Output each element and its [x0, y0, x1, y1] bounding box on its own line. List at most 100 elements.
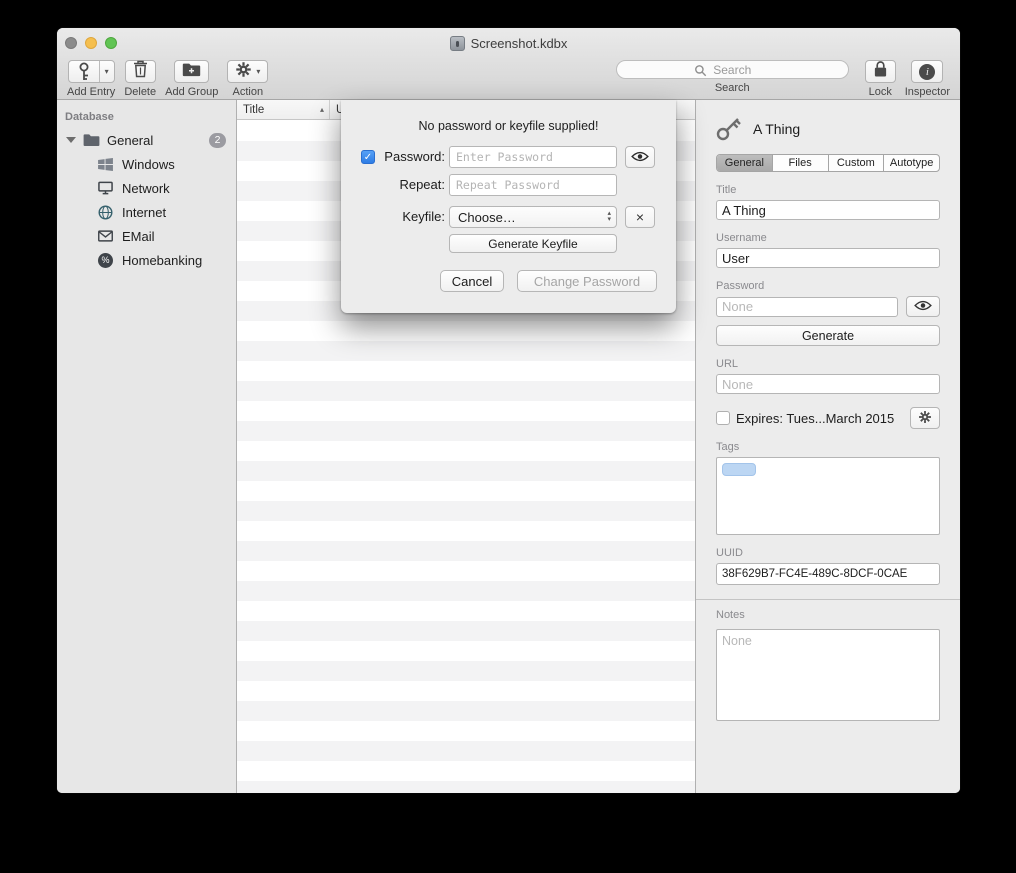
folder-plus-icon — [182, 62, 201, 82]
delete-label: Delete — [124, 86, 156, 98]
action-item: ▾ Action — [227, 60, 268, 98]
trash-icon — [133, 60, 148, 83]
inspector-item: i Inspector — [905, 60, 950, 98]
monitor-icon — [97, 181, 114, 195]
lock-label: Lock — [869, 86, 892, 98]
tags-label: Tags — [716, 441, 940, 453]
info-icon: i — [919, 64, 935, 80]
sidebar-item-network[interactable]: Network — [57, 176, 236, 200]
inspector-label: Inspector — [905, 86, 950, 98]
gear-icon — [235, 61, 252, 83]
url-field[interactable] — [716, 374, 940, 394]
sort-ascending-icon: ▴ — [320, 105, 324, 114]
key-icon — [716, 112, 742, 147]
password-field[interactable] — [716, 297, 898, 317]
search-field — [616, 60, 849, 79]
tab-files[interactable]: Files — [773, 155, 829, 171]
delete-button[interactable] — [125, 60, 156, 83]
tab-general[interactable]: General — [717, 155, 773, 171]
tag-token[interactable] — [722, 463, 756, 476]
windows-icon — [97, 158, 114, 171]
url-field-label: URL — [716, 358, 940, 370]
folder-icon — [83, 133, 100, 147]
add-entry-button[interactable]: ▾ — [68, 60, 115, 83]
close-button[interactable] — [65, 37, 77, 49]
chevron-down-icon: ▾ — [256, 67, 260, 76]
sidebar-item-internet[interactable]: Internet — [57, 200, 236, 224]
inspector-tabs: General Files Custom Autotype — [716, 154, 940, 172]
notes-field[interactable] — [716, 629, 940, 721]
disclosure-triangle-icon[interactable] — [66, 137, 76, 143]
title-field[interactable] — [716, 200, 940, 220]
sidebar-group-general[interactable]: General 2 — [57, 128, 236, 152]
clear-keyfile-button[interactable]: × — [625, 206, 655, 228]
keyfile-popup-value: Choose… — [458, 210, 516, 225]
uuid-field[interactable] — [716, 563, 940, 585]
sidebar-header-database: Database — [57, 100, 236, 128]
chevron-down-icon[interactable]: ▾ — [99, 61, 114, 82]
expires-settings-button[interactable] — [910, 407, 940, 429]
cancel-button[interactable]: Cancel — [440, 270, 504, 292]
sidebar-item-label: Homebanking — [122, 253, 202, 268]
dialog-message: No password or keyfile supplied! — [341, 119, 676, 133]
coin-icon: % — [97, 253, 114, 268]
toolbar: ▾ Add Entry Delete — [57, 58, 960, 100]
sidebar-group-label: General — [107, 133, 153, 148]
titlebar: Screenshot.kdbx — [57, 28, 960, 58]
keyfile-label: Keyfile: — [377, 206, 445, 228]
lock-item: Lock — [865, 60, 896, 98]
username-field-label: Username — [716, 232, 940, 244]
generate-keyfile-button[interactable]: Generate Keyfile — [449, 234, 617, 253]
show-password-button[interactable] — [906, 296, 940, 317]
title-field-label: Title — [716, 184, 940, 196]
sidebar-item-email[interactable]: EMail — [57, 224, 236, 248]
generate-password-button[interactable]: Generate — [716, 325, 940, 346]
sidebar: Database General 2 Windows Network I — [57, 100, 237, 793]
close-x-icon: × — [636, 209, 644, 225]
document-icon — [450, 36, 465, 51]
keyfile-popup[interactable]: Choose… ▴ ▾ — [449, 206, 617, 228]
add-group-item: Add Group — [165, 60, 218, 98]
tags-input[interactable] — [716, 457, 940, 535]
sidebar-item-label: EMail — [122, 229, 155, 244]
tab-custom[interactable]: Custom — [829, 155, 885, 171]
tab-autotype[interactable]: Autotype — [884, 155, 939, 171]
search-input[interactable] — [617, 62, 848, 79]
column-header-title[interactable]: Title ▴ — [237, 100, 330, 119]
username-field[interactable] — [716, 248, 940, 268]
checkmark-icon: ✓ — [364, 152, 372, 163]
action-label: Action — [233, 86, 264, 98]
window-title: Screenshot.kdbx — [471, 36, 568, 51]
entry-title: A Thing — [753, 121, 800, 137]
repeat-password-input[interactable] — [449, 174, 617, 196]
envelope-icon — [97, 230, 114, 242]
sidebar-item-homebanking[interactable]: % Homebanking — [57, 248, 236, 272]
inspector-button[interactable]: i — [911, 60, 943, 83]
globe-icon — [97, 205, 114, 220]
password-input[interactable] — [449, 146, 617, 168]
password-checkbox[interactable]: ✓ — [361, 150, 375, 164]
eye-icon — [914, 298, 932, 316]
change-password-button[interactable]: Change Password — [517, 270, 657, 292]
window-header: Screenshot.kdbx ▾ Add Entry — [57, 28, 960, 100]
minimize-button[interactable] — [85, 37, 97, 49]
zoom-button[interactable] — [105, 37, 117, 49]
sidebar-item-windows[interactable]: Windows — [57, 152, 236, 176]
notes-label: Notes — [716, 609, 940, 621]
sidebar-item-label: Windows — [122, 157, 175, 172]
uuid-label: UUID — [716, 547, 940, 559]
action-button[interactable]: ▾ — [227, 60, 268, 83]
search-caption: Search — [715, 82, 750, 94]
app-window: Screenshot.kdbx ▾ Add Entry — [57, 28, 960, 793]
lock-button[interactable] — [865, 60, 896, 83]
add-group-button[interactable] — [174, 60, 209, 83]
change-password-dialog: No password or keyfile supplied! ✓ Passw… — [341, 100, 676, 313]
expires-label: Expires: Tues...March 2015 — [736, 411, 894, 426]
lock-icon — [873, 60, 888, 83]
gear-icon — [918, 410, 932, 427]
show-password-button[interactable] — [625, 146, 655, 168]
password-label: Password: — [377, 146, 445, 168]
expires-checkbox[interactable] — [716, 411, 730, 425]
sidebar-item-label: Network — [122, 181, 170, 196]
inspector-header: A Thing — [716, 112, 940, 146]
